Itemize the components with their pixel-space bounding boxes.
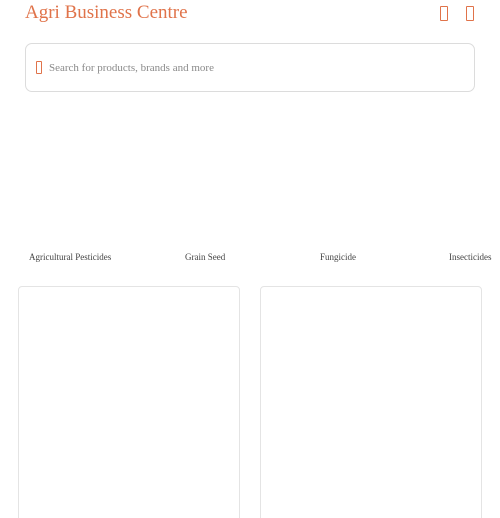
- category-fungicide[interactable]: Fungicide: [320, 252, 356, 262]
- category-grain-seed[interactable]: Grain Seed: [185, 252, 225, 262]
- menu-icon[interactable]: [463, 3, 477, 23]
- menu-icon-glyph: [466, 5, 474, 21]
- search-bar[interactable]: [25, 43, 475, 92]
- category-agricultural-pesticides[interactable]: Agricultural Pesticides: [29, 252, 111, 262]
- category-strip: Agricultural Pesticides Grain Seed Fungi…: [0, 252, 500, 264]
- search-input[interactable]: [49, 56, 459, 80]
- page: Agri Business Centre Agricultural Pestic…: [0, 0, 500, 518]
- category-insecticides[interactable]: Insecticides: [449, 252, 491, 262]
- search-icon-glyph: [36, 61, 42, 74]
- product-card[interactable]: [260, 286, 482, 518]
- cart-icon[interactable]: [437, 3, 451, 23]
- cart-icon-glyph: [440, 5, 448, 21]
- brand-title[interactable]: Agri Business Centre: [25, 2, 188, 24]
- product-card[interactable]: [18, 286, 240, 518]
- top-header: Agri Business Centre: [0, 0, 500, 30]
- search-icon[interactable]: [35, 60, 43, 75]
